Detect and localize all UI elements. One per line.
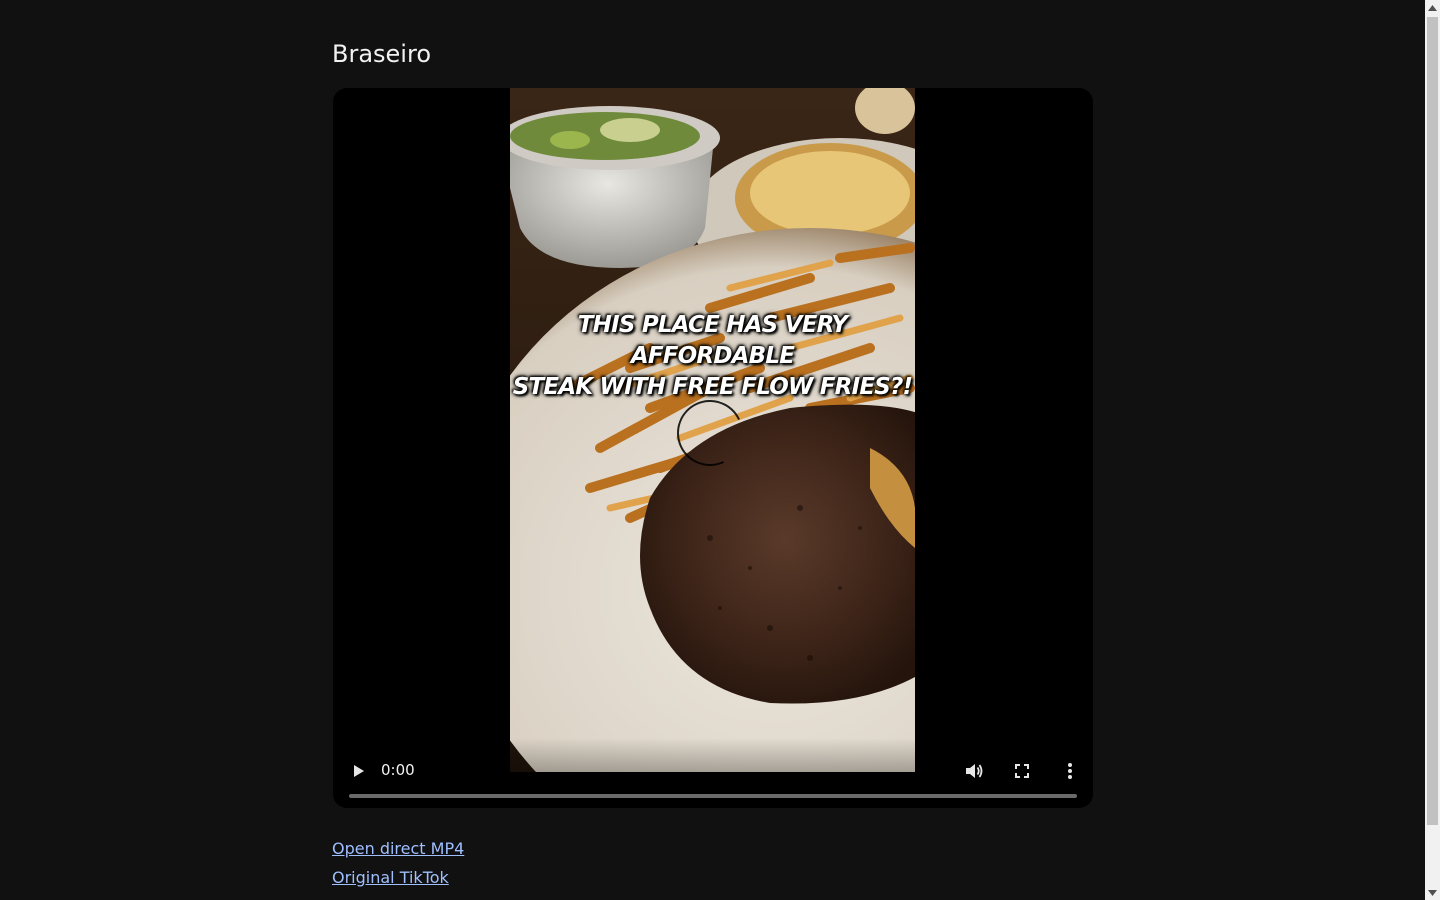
more-options-button[interactable] bbox=[1059, 760, 1081, 782]
links-list: Open direct MP4 Original TikTok bbox=[332, 834, 464, 892]
scroll-up-button[interactable] bbox=[1425, 0, 1440, 15]
scroll-down-button[interactable] bbox=[1425, 885, 1440, 900]
video-caption: This place has very affordable steak wit… bbox=[510, 310, 915, 403]
caption-line-2: steak with free flow fries?! bbox=[512, 374, 913, 400]
play-icon bbox=[354, 765, 364, 777]
page-scrollbar[interactable] bbox=[1425, 0, 1440, 900]
video-player[interactable]: This place has very affordable steak wit… bbox=[333, 88, 1093, 808]
current-time: 0:00 bbox=[381, 761, 415, 779]
fullscreen-icon bbox=[1015, 764, 1029, 778]
scrollbar-thumb[interactable] bbox=[1427, 17, 1438, 825]
play-button[interactable] bbox=[349, 762, 367, 780]
scroll-up-arrow-icon bbox=[1428, 4, 1437, 11]
progress-bar[interactable] bbox=[349, 794, 1077, 798]
volume-button[interactable] bbox=[963, 760, 985, 782]
page-title: Braseiro bbox=[332, 40, 431, 68]
volume-icon bbox=[966, 764, 983, 778]
fullscreen-button[interactable] bbox=[1011, 760, 1033, 782]
more-options-icon bbox=[1068, 763, 1072, 779]
video-controls: 0:00 bbox=[333, 738, 1093, 808]
caption-line-1: This place has very affordable bbox=[577, 312, 848, 369]
scroll-down-arrow-icon bbox=[1428, 889, 1437, 896]
open-direct-mp4-link[interactable]: Open direct MP4 bbox=[332, 834, 464, 863]
original-tiktok-link[interactable]: Original TikTok bbox=[332, 863, 464, 892]
